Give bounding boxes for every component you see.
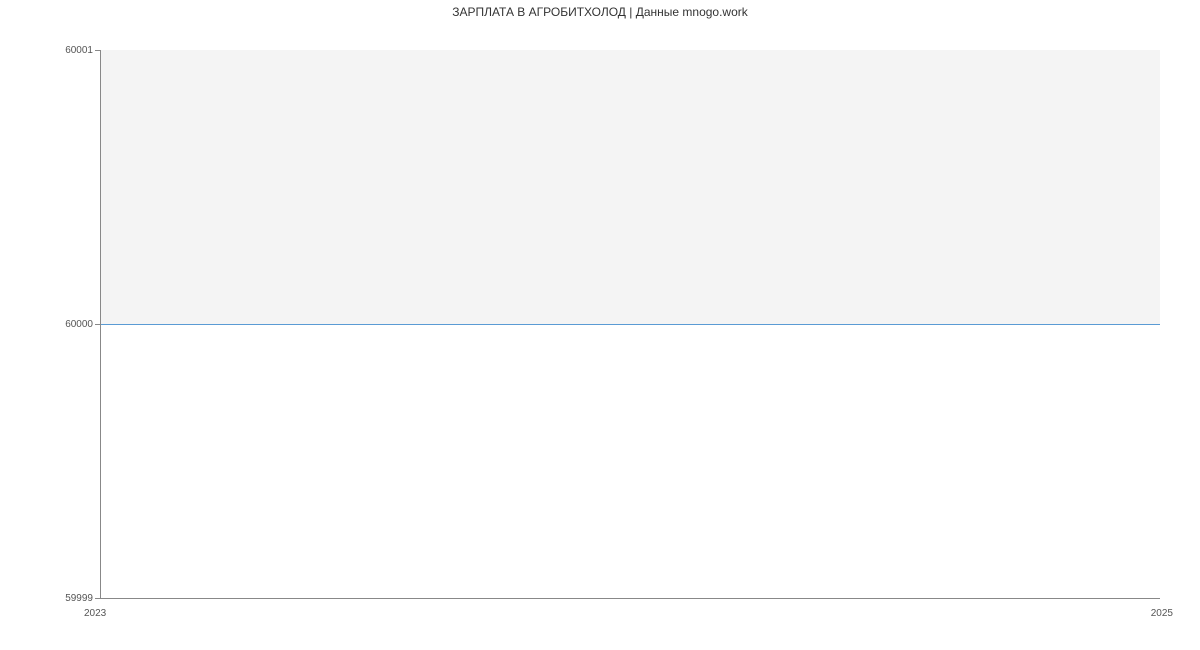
x-axis xyxy=(100,598,1160,599)
data-line xyxy=(100,324,1160,325)
y-tick-label: 60001 xyxy=(13,45,93,56)
chart-title: ЗАРПЛАТА В АГРОБИТХОЛОД | Данные mnogo.w… xyxy=(0,0,1200,19)
x-tick-label: 2025 xyxy=(1151,608,1173,619)
y-tick-label: 59999 xyxy=(13,593,93,604)
chart-container: ЗАРПЛАТА В АГРОБИТХОЛОД | Данные mnogo.w… xyxy=(0,0,1200,650)
y-tick xyxy=(95,324,100,325)
y-tick xyxy=(95,50,100,51)
plot-area xyxy=(100,50,1160,598)
y-axis xyxy=(100,50,101,598)
area-fill xyxy=(100,50,1160,324)
y-tick xyxy=(95,598,100,599)
y-tick-label: 60000 xyxy=(13,319,93,330)
x-tick-label: 2023 xyxy=(84,608,106,619)
